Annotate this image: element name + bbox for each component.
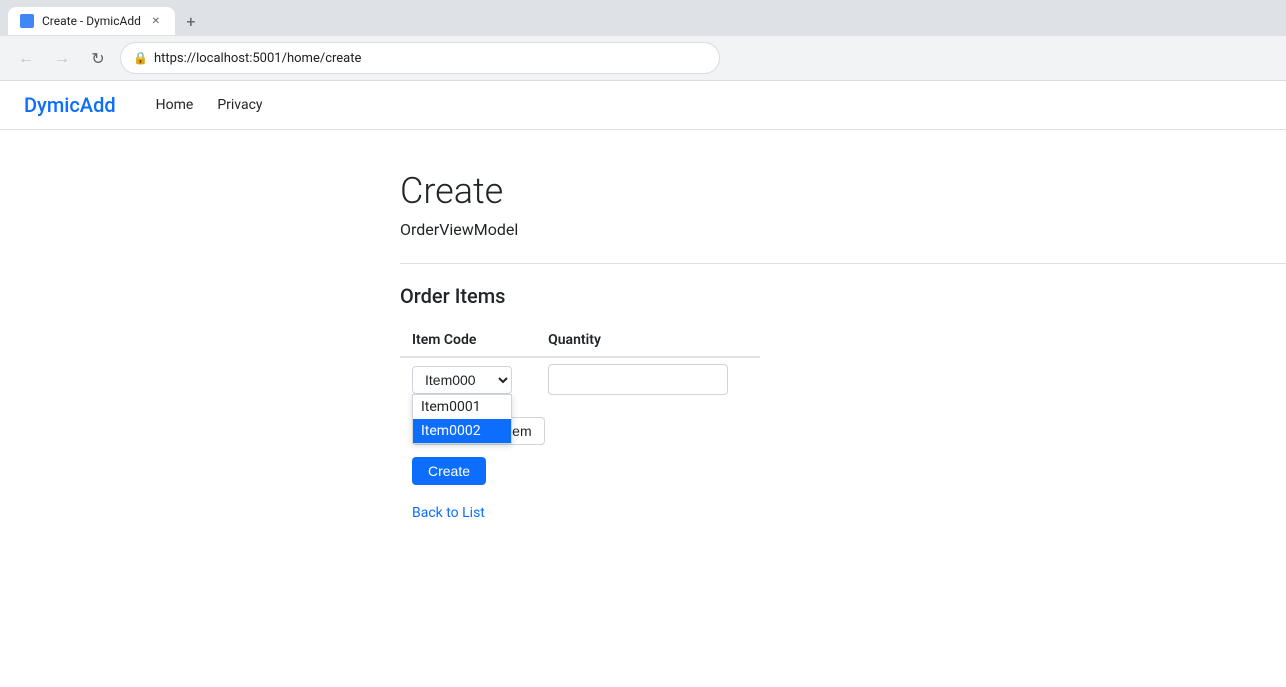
form-buttons: Create	[400, 457, 1286, 485]
back-to-list-link[interactable]: Back to List	[400, 505, 1286, 521]
item-select-container: Item0001 Item0002 Item0001 Item0002	[412, 366, 524, 394]
nav-link-privacy[interactable]: Privacy	[217, 97, 262, 113]
lock-icon: 🔒	[133, 51, 148, 65]
table-header-row: Item Code Quantity	[400, 324, 760, 357]
tab-close-button[interactable]: ✕	[149, 14, 163, 28]
section-divider	[400, 263, 1286, 264]
item-code-cell: Item0001 Item0002 Item0001 Item0002	[400, 357, 536, 401]
dropdown-option-item0002[interactable]: Item0002	[413, 419, 511, 443]
items-table: Item Code Quantity Item0001 Item0002 Ite…	[400, 324, 760, 401]
tab-title: Create - DymicAdd	[42, 14, 141, 28]
tab-bar: Create - DymicAdd ✕ +	[0, 0, 1286, 36]
nav-link-home[interactable]: Home	[156, 97, 194, 113]
reload-button[interactable]: ↻	[84, 44, 112, 72]
back-nav-button[interactable]: ←	[12, 44, 40, 72]
create-button[interactable]: Create	[412, 457, 486, 485]
navbar-brand[interactable]: DymicAdd	[24, 93, 116, 117]
main-form-area: Create OrderViewModel Order Items Item C…	[0, 130, 1286, 561]
table-row: Item0001 Item0002 Item0001 Item0002	[400, 357, 760, 401]
order-items-title: Order Items	[400, 284, 1286, 308]
dropdown-open: Item0001 Item0002	[412, 394, 512, 444]
column-quantity: Quantity	[536, 324, 760, 357]
item-code-select[interactable]: Item0001 Item0002	[412, 366, 512, 394]
tab-favicon-icon	[20, 14, 34, 28]
page-subtitle: OrderViewModel	[400, 220, 1286, 239]
browser-chrome: Create - DymicAdd ✕ + ← → ↻ 🔒 https://lo…	[0, 0, 1286, 81]
column-item-code: Item Code	[400, 324, 536, 357]
browser-tab[interactable]: Create - DymicAdd ✕	[8, 7, 175, 35]
address-bar: ← → ↻ 🔒 https://localhost:5001/home/crea…	[0, 36, 1286, 80]
page-title: Create	[400, 170, 1286, 212]
quantity-input[interactable]	[548, 364, 728, 395]
forward-nav-button[interactable]: →	[48, 44, 76, 72]
url-bar[interactable]: 🔒 https://localhost:5001/home/create	[120, 42, 720, 74]
dropdown-option-item0001[interactable]: Item0001	[413, 395, 511, 419]
quantity-cell	[536, 357, 760, 401]
new-tab-button[interactable]: +	[179, 9, 203, 33]
navbar: DymicAdd Home Privacy	[0, 81, 1286, 130]
table-actions: Add another item	[400, 417, 1286, 445]
page-content: DymicAdd Home Privacy Create OrderViewMo…	[0, 81, 1286, 561]
url-text: https://localhost:5001/home/create	[154, 51, 361, 66]
